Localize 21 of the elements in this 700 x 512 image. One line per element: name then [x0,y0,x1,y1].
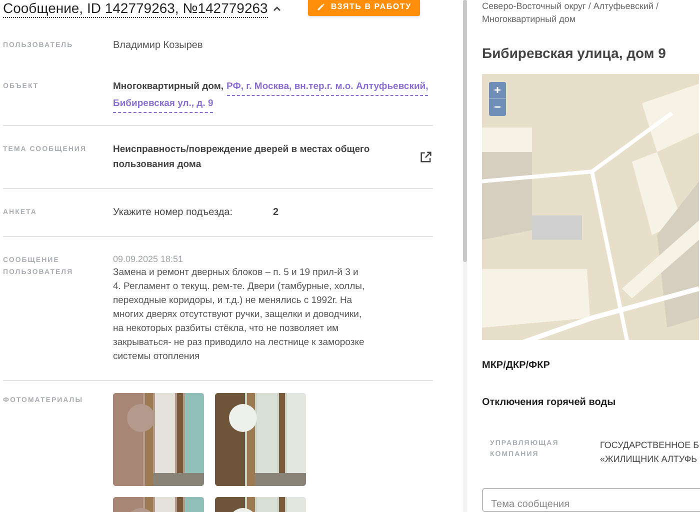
message-text: Замена и ремонт дверных блоков – п. 5 и 19 прил-й 3 и 4. Регламент о текущ. рем-те. Двери (тамбурные, холлы, переходные коридоры, и т.д.) не менялись с 1992г. На многих дверях отсутствуют ручки, защелки и доводчики, на некоторых разбиты стёкла, что не позволяет им закрываться- не раз приводило на лестнице к заморозке системы отопления [113,266,366,364]
company-name-line: ГОСУДАРСТВЕННОЕ Б [600,439,699,452]
breadcrumb-line[interactable]: Многоквартирный дом [482,13,700,26]
message-date: 09.09.2025 18:51 [113,253,184,266]
object-type: Многоквартирный дом, [113,80,224,94]
company-name-line: «ЖИЛИЩНИК АЛТУФЬ [600,453,698,466]
message-title: Сообщение, ID 142779263, №142779263 [3,0,268,18]
section-title[interactable]: Отключения горячей воды [482,395,700,410]
building-heading: Бибиревская улица, дом 9 [482,44,667,63]
message-topic-field[interactable]: Тема сообщения [482,488,700,512]
address-link[interactable]: Бибиревская ул., д. 9 [113,96,214,113]
address-link[interactable]: РФ, г. Москва, вн.тер.г. м.о. Алтуфьевский, [226,79,428,96]
field-value: Владимир Козырев [113,39,203,53]
survey-answer: 2 [273,206,279,220]
take-to-work-button[interactable]: ВЗЯТЬ В РАБОТУ [308,0,420,16]
zoom-out-button[interactable]: − [489,99,506,116]
zoom-in-button[interactable]: + [489,82,506,99]
topic-text: Неисправность/повреждение дверей в местах общего пользования дома [113,143,371,172]
survey-question: Укажите номер подъезда: [113,206,234,220]
section-title[interactable]: МКР/ДКР/ФКР [482,358,700,374]
breadcrumb-line[interactable]: Северо-Восточный округ / Алтуфьевский / [482,0,700,13]
